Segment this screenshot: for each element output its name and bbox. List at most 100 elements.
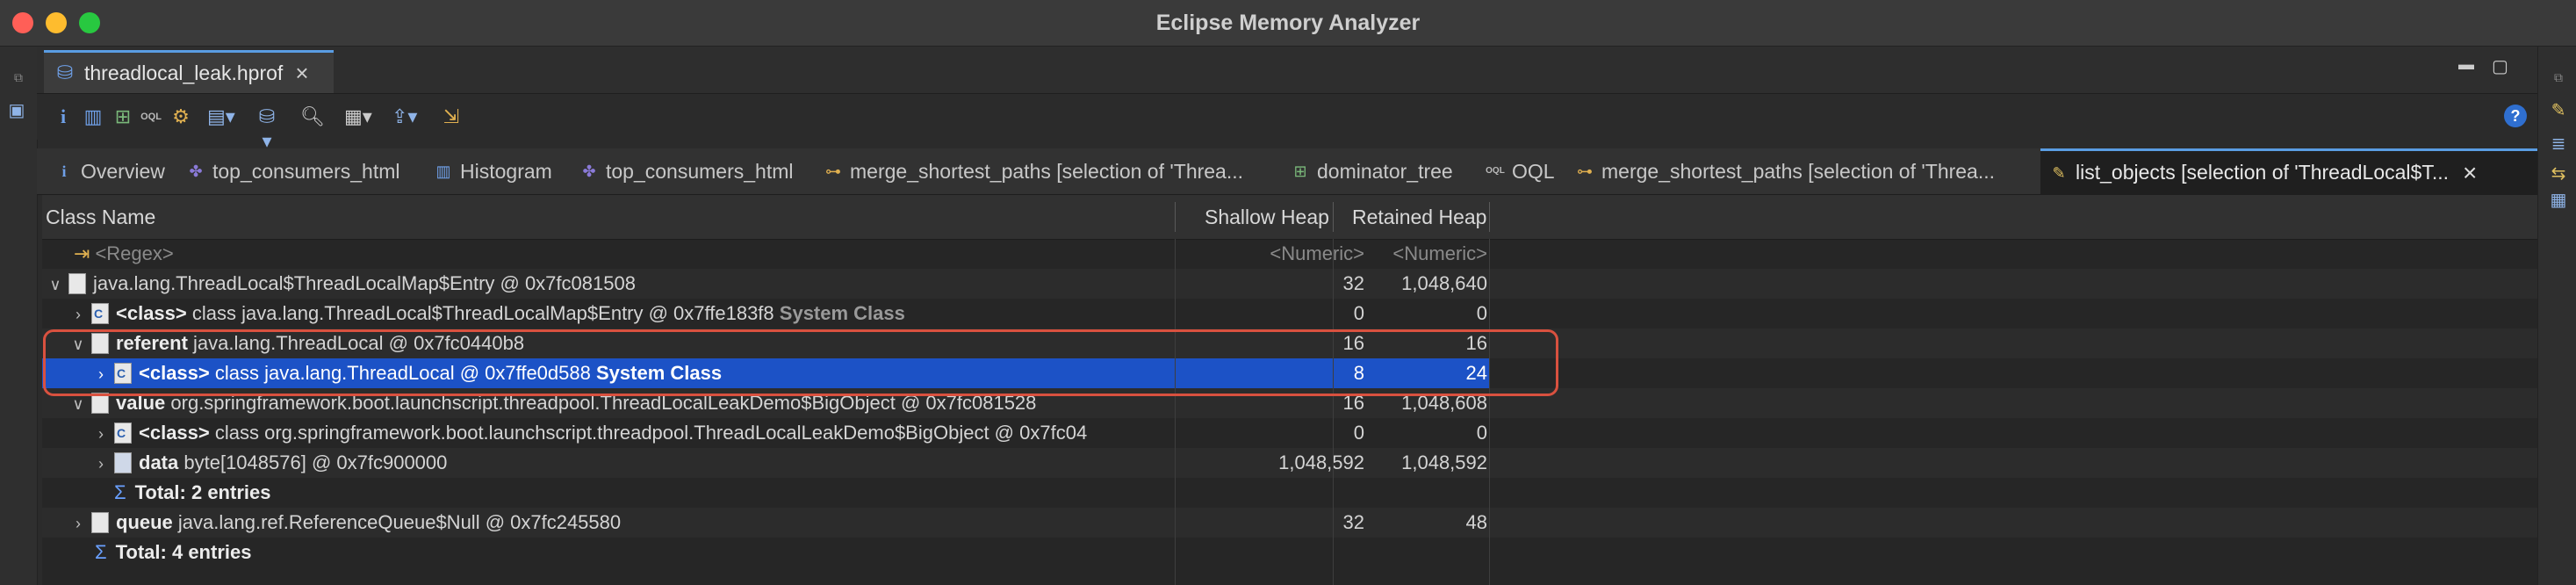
tab-dominator-tree[interactable]: ⊞ dominator_tree <box>1291 148 1453 194</box>
oql-icon[interactable]: OQL <box>139 105 163 129</box>
editor-tab-bar: ⛁ threadlocal_leak.hprof × ▬ ▢ <box>37 47 2537 94</box>
maximize-icon[interactable]: ▢ <box>2492 55 2508 77</box>
objects-table: Class Name Shallow Heap Retained Heap ⇥ <… <box>42 195 2537 585</box>
tab-merge-paths-1[interactable]: ⊶ merge_shortest_paths [selection of 'Th… <box>824 148 1243 194</box>
collapse-arrow-icon[interactable]: ∨ <box>68 329 88 358</box>
tab-label: top_consumers_html <box>606 159 794 183</box>
regex-filter[interactable]: <Regex> <box>95 242 173 264</box>
editor-tab-heap-dump[interactable]: ⛁ threadlocal_leak.hprof × <box>44 50 334 93</box>
column-resizer[interactable] <box>1489 202 1490 232</box>
object-icon <box>68 273 86 294</box>
column-divider <box>1333 239 1334 585</box>
group-by-icon[interactable]: ⇲ <box>439 105 464 129</box>
restore-icon[interactable]: ⧉ <box>9 68 28 87</box>
table-row[interactable]: ∨ referent java.lang.ThreadLocal @ 0x7fc0… <box>42 329 2537 358</box>
expand-arrow-icon[interactable]: › <box>68 509 88 538</box>
table-row[interactable]: ›<class> class org.springframework.boot.… <box>42 418 2537 448</box>
column-header-shallow-heap[interactable]: Shallow Heap <box>1205 195 1329 239</box>
expand-arrow-icon[interactable]: › <box>91 449 111 478</box>
collapse-arrow-icon[interactable]: ∨ <box>68 389 88 418</box>
tab-top-consumers-2[interactable]: ✤ top_consumers_html <box>579 148 794 194</box>
info-icon: i <box>61 162 67 180</box>
heap-dump-overview-icon[interactable]: ⚙ <box>169 105 193 129</box>
report-icon: ✤ <box>189 162 203 180</box>
left-trim-bar: ⧉ ▣ <box>0 47 38 585</box>
result-tab-bar: i Overview ✤ top_consumers_html ▥ Histog… <box>37 148 2537 195</box>
close-tab-icon[interactable]: × <box>2463 159 2477 187</box>
column-resizer[interactable] <box>1333 202 1334 232</box>
calculate-retained-icon[interactable]: ▦▾ <box>344 105 372 129</box>
column-resizer[interactable] <box>1175 202 1176 232</box>
run-expert-icon[interactable]: ⛁▾ <box>255 105 279 152</box>
filter-row[interactable]: ⇥ <Regex> <Numeric> <Numeric> <box>42 239 2537 269</box>
report-icon: ✤ <box>582 162 596 180</box>
tab-merge-paths-2[interactable]: ⊶ merge_shortest_paths [selection of 'Th… <box>1575 148 1995 194</box>
list-icon: ✎ <box>2052 163 2066 182</box>
class-icon <box>114 358 132 388</box>
editor-tab-label: threadlocal_leak.hprof <box>84 61 284 84</box>
tab-oql[interactable]: OQL OQL <box>1486 148 1555 194</box>
column-divider <box>1175 239 1176 585</box>
window-title: Eclipse Memory Analyzer <box>1155 11 1421 35</box>
export-icon[interactable]: ⇪▾ <box>392 105 417 129</box>
tab-label: top_consumers_html <box>212 159 400 183</box>
close-tab-icon[interactable]: × <box>295 60 308 87</box>
table-row-total: Σ Total: 4 entries <box>95 541 252 563</box>
tab-top-consumers-1[interactable]: ✤ top_consumers_html <box>186 148 400 194</box>
right-trim-bar: ⧉ ✎ ≣ ⇆ ▦ <box>2537 47 2576 585</box>
retained-filter[interactable]: <Numeric> <box>1333 239 1487 269</box>
histogram-icon[interactable]: ▥ <box>81 105 105 129</box>
regex-icon: ⇥ <box>74 242 90 264</box>
table-row[interactable]: ∨ value org.springframework.boot.launchsc… <box>42 388 2537 418</box>
search-icon[interactable]: 🔍︎ <box>300 105 325 129</box>
table-header: Class Name Shallow Heap Retained Heap <box>42 195 2537 240</box>
object-icon <box>91 512 109 533</box>
expand-arrow-icon[interactable]: › <box>91 359 111 388</box>
collapse-arrow-icon[interactable]: ∨ <box>46 270 65 299</box>
table-row[interactable]: › queue java.lang.ref.ReferenceQueue$Null… <box>42 508 2537 538</box>
overview-info-icon[interactable]: i <box>51 105 76 129</box>
object-icon <box>91 333 109 354</box>
title-bar: Eclipse Memory Analyzer <box>0 0 2576 47</box>
paths-icon: ⊶ <box>1577 162 1593 180</box>
dominator-tree-icon[interactable]: ⊞ <box>111 105 135 129</box>
progress-icon[interactable]: ▦ <box>2549 191 2568 210</box>
class-icon <box>91 299 109 329</box>
inspector-icon[interactable]: ▣ <box>7 101 26 120</box>
table-row-selected[interactable]: ›<class> class java.lang.ThreadLocal @ 0… <box>42 358 1489 388</box>
column-header-retained-heap[interactable]: Retained Heap <box>1352 195 1486 239</box>
table-row[interactable]: ›<class> class java.lang.ThreadLocal$Thr… <box>42 299 2537 329</box>
notes-icon[interactable]: ✎ <box>2549 101 2568 120</box>
query-browser-icon[interactable]: ▤▾ <box>207 105 235 129</box>
class-icon <box>114 418 132 448</box>
tree-icon: ⊞ <box>1293 162 1307 180</box>
tab-overview[interactable]: i Overview <box>54 148 165 194</box>
expand-arrow-icon[interactable]: › <box>91 419 111 448</box>
tab-label: merge_shortest_paths [selection of 'Thre… <box>1601 159 1996 183</box>
restore-icon[interactable]: ⧉ <box>2549 68 2568 87</box>
table-row-total: Σ Total: 2 entries <box>114 481 271 503</box>
histogram-icon: ▥ <box>435 162 451 180</box>
tab-list-objects[interactable]: ✎ list_objects [selection of 'ThreadLoca… <box>2040 148 2537 194</box>
navigation-history-icon[interactable]: ≣ <box>2549 134 2568 154</box>
tab-label: merge_shortest_paths [selection of 'Thre… <box>850 159 1244 183</box>
minimize-icon[interactable]: ▬ <box>2458 55 2474 74</box>
array-icon <box>114 452 132 473</box>
column-divider <box>1489 239 1490 585</box>
table-row[interactable]: › data byte[1048576] @ 0x7fc900000 1,048,… <box>42 448 2537 478</box>
toolbar: i ▥ ⊞ OQL ⚙ ▤▾ ⛁▾ 🔍︎ ▦▾ ⇪▾ ⇲ ? <box>37 94 2537 152</box>
compare-icon[interactable]: ⇆ <box>2549 164 2568 184</box>
tab-label: OQL <box>1512 159 1555 183</box>
tab-label: list_objects [selection of 'ThreadLocal$… <box>2076 161 2450 184</box>
sum-icon: Σ <box>95 541 107 563</box>
object-icon <box>91 393 109 414</box>
column-header-class-name[interactable]: Class Name <box>46 195 155 239</box>
tab-label: Overview <box>81 159 165 183</box>
tab-label: dominator_tree <box>1317 159 1453 183</box>
table-row[interactable]: ∨ java.lang.ThreadLocal$ThreadLocalMap$En… <box>42 269 2537 299</box>
tab-histogram[interactable]: ▥ Histogram <box>434 148 552 194</box>
expand-arrow-icon[interactable]: › <box>68 300 88 329</box>
help-icon[interactable]: ? <box>2504 105 2527 127</box>
tab-label: Histogram <box>460 159 552 183</box>
sum-icon: Σ <box>114 481 126 503</box>
